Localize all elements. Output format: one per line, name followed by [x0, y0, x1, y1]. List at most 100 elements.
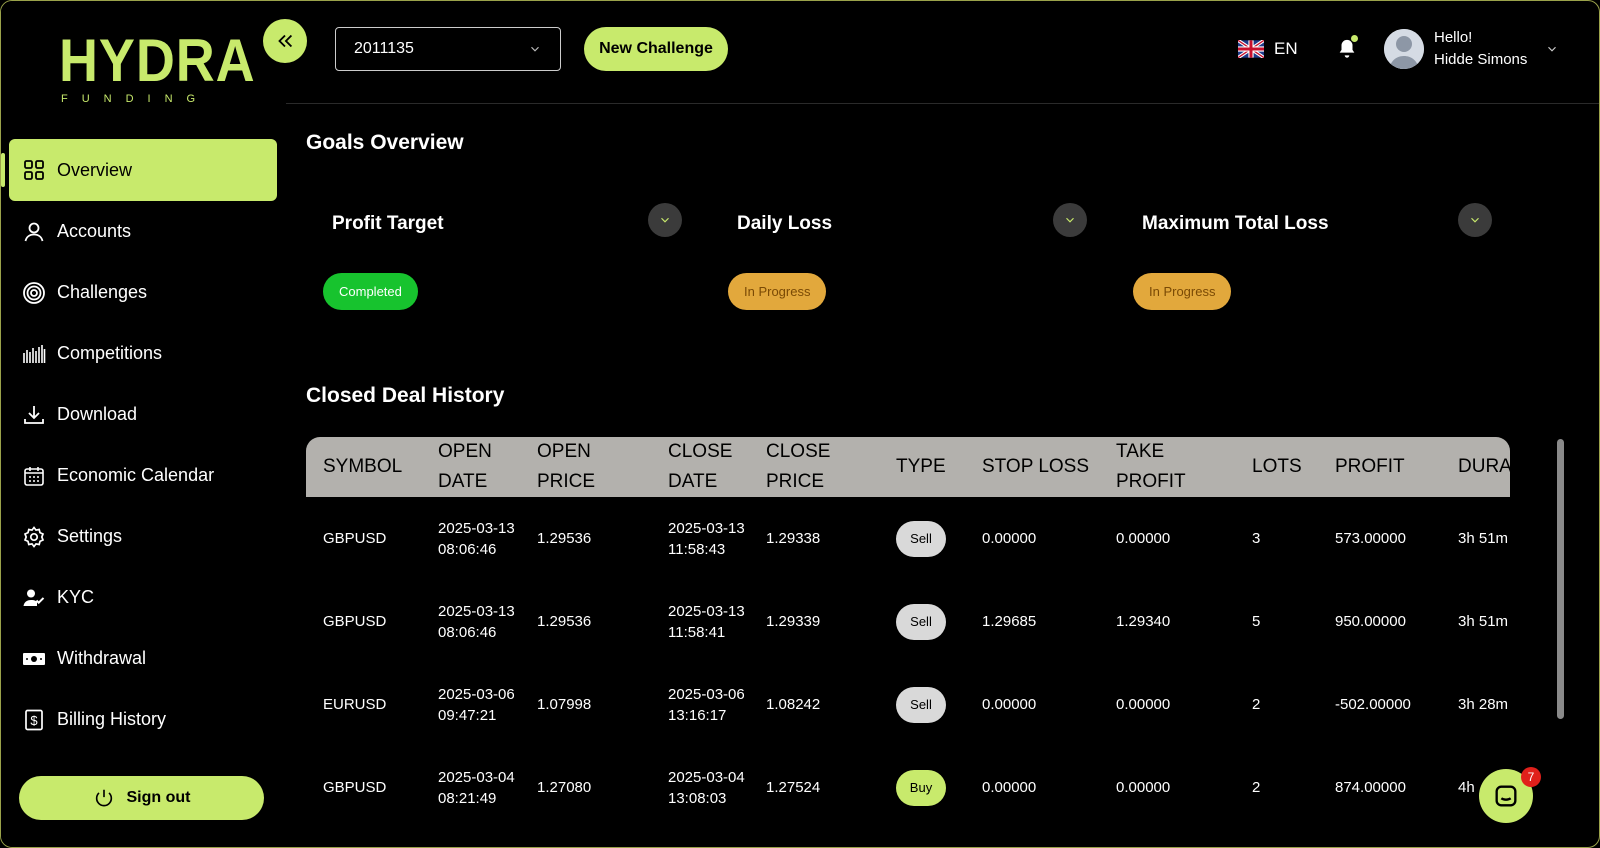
cell-close-date: 2025-03-13 11:58:43	[668, 519, 745, 558]
sidebar-item-economic-calendar[interactable]: Economic Calendar	[9, 445, 277, 506]
uk-flag-icon	[1238, 40, 1264, 58]
sidebar-item-label: Settings	[57, 526, 123, 546]
column-header[interactable]: STOP LOSS	[965, 437, 1099, 497]
chevron-down-icon	[1066, 217, 1074, 223]
chevron-down-icon	[531, 46, 539, 52]
user-name: Hidde Simons	[1434, 51, 1528, 68]
goals-overview-title: Goals Overview	[306, 131, 464, 154]
user-check-icon	[21, 585, 47, 611]
brand-logo[interactable]: HYDRA FUNDING	[59, 27, 256, 117]
column-header[interactable]: SYMBOL	[306, 437, 421, 497]
sidebar-item-challenges[interactable]: Challenges	[9, 262, 277, 323]
new-challenge-button[interactable]: New Challenge	[584, 27, 728, 71]
cell-lots: 5	[1252, 613, 1261, 630]
language-selector[interactable]: EN	[1238, 39, 1298, 59]
notification-dot	[1351, 35, 1358, 42]
column-header[interactable]: CLOSE PRICE	[749, 437, 879, 497]
column-header[interactable]: TAKE PROFIT	[1099, 437, 1235, 497]
column-header[interactable]: TYPE	[879, 437, 965, 497]
cell-close-date: 2025-03-04 13:08:03	[668, 768, 745, 807]
sidebar-item-competitions[interactable]: Competitions	[9, 323, 277, 384]
cell-open-price: 1.07998	[537, 696, 592, 713]
account-select-value: 2011135	[354, 40, 414, 57]
cell-lots: 3	[1252, 530, 1261, 547]
brand-wordmark: HYDRA	[59, 27, 256, 94]
column-header[interactable]: DURA	[1441, 437, 1510, 497]
sidebar-item-billing-history[interactable]: $ Billing History	[9, 689, 277, 750]
account-select[interactable]: 2011135	[335, 27, 561, 71]
cell-close-date: 2025-03-06 13:16:17	[668, 685, 745, 724]
cell-duration: 3h 51m	[1458, 530, 1509, 547]
grid-icon	[21, 157, 47, 183]
cell-type: Sell	[879, 663, 965, 746]
sidebar-item-accounts[interactable]: Accounts	[9, 201, 277, 262]
sidebar-item-label: Challenges	[57, 282, 148, 302]
cell-take-profit: 0.00000	[1116, 696, 1171, 713]
cell-stop-loss: 1.29685	[982, 613, 1037, 630]
cell-take-profit: 0.00000	[1116, 530, 1171, 547]
sidebar-item-label: Accounts	[57, 221, 132, 241]
cell-open-date: 2025-03-13 08:06:46	[438, 602, 515, 641]
sidebar-item-overview[interactable]: Overview	[1, 139, 277, 201]
app-window: HYDRA FUNDING Overview Accounts Challeng…	[0, 0, 1600, 848]
sidebar-item-label: KYC	[57, 587, 95, 607]
cell-open-date: 2025-03-13 08:06:46	[438, 519, 515, 558]
cell-symbol: GBPUSD	[323, 779, 387, 796]
type-badge: Buy	[896, 769, 946, 806]
cell-close-date: 2025-03-13 11:58:41	[668, 602, 745, 641]
brand-subtitle: FUNDING	[61, 93, 210, 105]
active-indicator	[1, 153, 5, 187]
goal-card-maximum-total-loss: Maximum Total Loss In Progress	[1116, 193, 1496, 333]
cell-type: Buy	[879, 746, 965, 829]
gear-icon	[21, 524, 47, 550]
type-badge: Sell	[896, 686, 946, 723]
cell-profit: 950.00000	[1335, 613, 1406, 630]
download-icon	[21, 402, 47, 428]
invoice-icon: $	[21, 707, 47, 733]
goal-expand-button[interactable]	[648, 203, 682, 237]
goal-title: Daily Loss	[737, 213, 833, 234]
sidebar-item-label: Billing History	[57, 709, 167, 729]
goal-card-daily-loss: Daily Loss In Progress	[711, 193, 1091, 333]
sidebar-item-kyc[interactable]: KYC	[9, 567, 277, 628]
sidebar-item-label: Overview	[57, 159, 133, 180]
cell-symbol: EURUSD	[323, 696, 387, 713]
type-badge: Sell	[896, 603, 946, 640]
column-header[interactable]: OPEN PRICE	[520, 437, 651, 497]
user-menu[interactable]: Hello! Hidde Simons	[1384, 27, 1559, 71]
sign-out-button[interactable]: Sign out	[19, 776, 264, 820]
table-row: GBPUSD 2025-03-04 08:21:49 1.27080 2025-…	[306, 746, 1510, 829]
column-header[interactable]: PROFIT	[1318, 437, 1441, 497]
page-scrollbar[interactable]	[1557, 439, 1564, 719]
goal-expand-button[interactable]	[1053, 203, 1087, 237]
table-row: GBPUSD 2025-03-13 08:06:46 1.29536 2025-…	[306, 580, 1510, 663]
deal-history-table: SYMBOL OPEN DATE OPEN PRICE CLOSE DATE C…	[306, 437, 1510, 847]
sidebar-item-download[interactable]: Download	[9, 384, 277, 445]
cell-duration: 3h 28m	[1458, 696, 1509, 713]
table-header-row: SYMBOL OPEN DATE OPEN PRICE CLOSE DATE C…	[306, 437, 1510, 497]
sidebar-item-withdrawal[interactable]: Withdrawal	[9, 628, 277, 689]
chevron-down-icon	[1548, 46, 1557, 52]
column-header[interactable]: CLOSE DATE	[651, 437, 749, 497]
column-header[interactable]: LOTS	[1235, 437, 1318, 497]
cell-close-price: 1.29338	[766, 530, 821, 547]
avatar	[1384, 29, 1424, 69]
cash-icon	[21, 646, 47, 672]
cell-stop-loss: 0.00000	[982, 779, 1037, 796]
goal-expand-button[interactable]	[1458, 203, 1492, 237]
chat-unread-badge: 7	[1521, 767, 1541, 787]
sidebar-item-settings[interactable]: Settings	[9, 506, 277, 567]
table-row: GBPUSD 2025-03-13 08:06:46 1.29536 2025-…	[306, 497, 1510, 580]
sign-out-label: Sign out	[126, 789, 191, 806]
language-code: EN	[1274, 39, 1298, 58]
user-info: Hello! Hidde Simons	[1434, 27, 1527, 71]
column-header[interactable]: OPEN DATE	[421, 437, 520, 497]
sidebar: HYDRA FUNDING Overview Accounts Challeng…	[1, 1, 286, 847]
closed-deal-history-title: Closed Deal History	[306, 384, 505, 407]
goal-title: Profit Target	[332, 213, 444, 234]
sidebar-item-label: Withdrawal	[57, 648, 147, 668]
status-badge: In Progress	[1133, 273, 1232, 310]
cell-close-price: 1.29339	[766, 613, 821, 630]
cell-take-profit: 1.29340	[1116, 613, 1171, 630]
cell-profit: 573.00000	[1335, 530, 1406, 547]
